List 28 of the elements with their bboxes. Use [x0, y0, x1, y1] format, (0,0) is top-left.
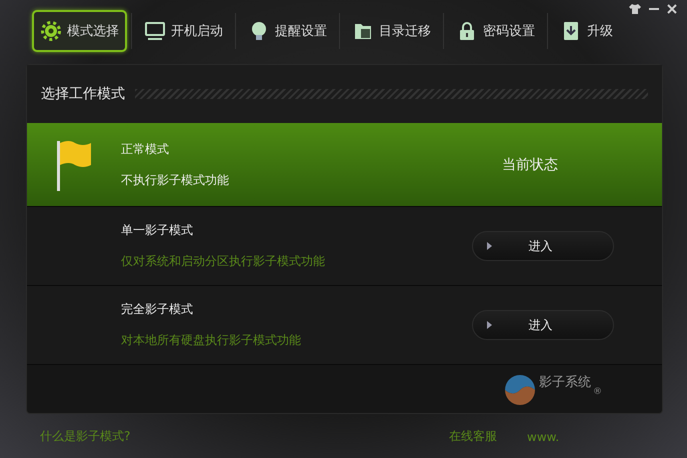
online-service-link[interactable]: 在线客服 [449, 428, 497, 445]
gear-icon [40, 20, 62, 42]
mode-title: 正常模式 [121, 140, 170, 158]
toolbar-tab[interactable]: 模式选择 [32, 10, 127, 52]
mode-description: 不执行影子模式功能 [121, 172, 230, 188]
monitor-icon [144, 20, 166, 42]
shirt-icon[interactable] [629, 4, 641, 14]
enter-button[interactable]: 进入 [472, 310, 614, 340]
registered-mark: ® [593, 387, 602, 397]
logo-text: 影子系统 [539, 374, 591, 391]
toolbar-tab[interactable]: 密码设置 [448, 10, 543, 52]
mode-description: 仅对系统和启动分区执行影子模式功能 [121, 253, 326, 270]
toolbar-tab[interactable]: 开机启动 [136, 10, 231, 52]
current-status-label: 当前状态 [502, 156, 558, 174]
panel-title: 选择工作模式 [41, 85, 125, 103]
toolbar-tab[interactable]: 升级 [552, 10, 621, 52]
enter-button[interactable]: 进入 [472, 231, 614, 261]
toolbar-tab[interactable]: 目录迁移 [344, 10, 439, 52]
website-link[interactable]: www. [527, 430, 667, 444]
play-arrow-icon [487, 242, 492, 250]
close-icon[interactable] [667, 4, 677, 14]
mode-title: 完全影子模式 [121, 301, 194, 318]
logo-icon [503, 373, 537, 407]
mode-title: 单一影子模式 [121, 222, 194, 239]
flag-icon [55, 138, 93, 190]
mode-description: 对本地所有硬盘执行影子模式功能 [121, 332, 302, 349]
play-arrow-icon [487, 321, 492, 329]
toolbar-tab[interactable]: 提醒设置 [240, 10, 335, 52]
